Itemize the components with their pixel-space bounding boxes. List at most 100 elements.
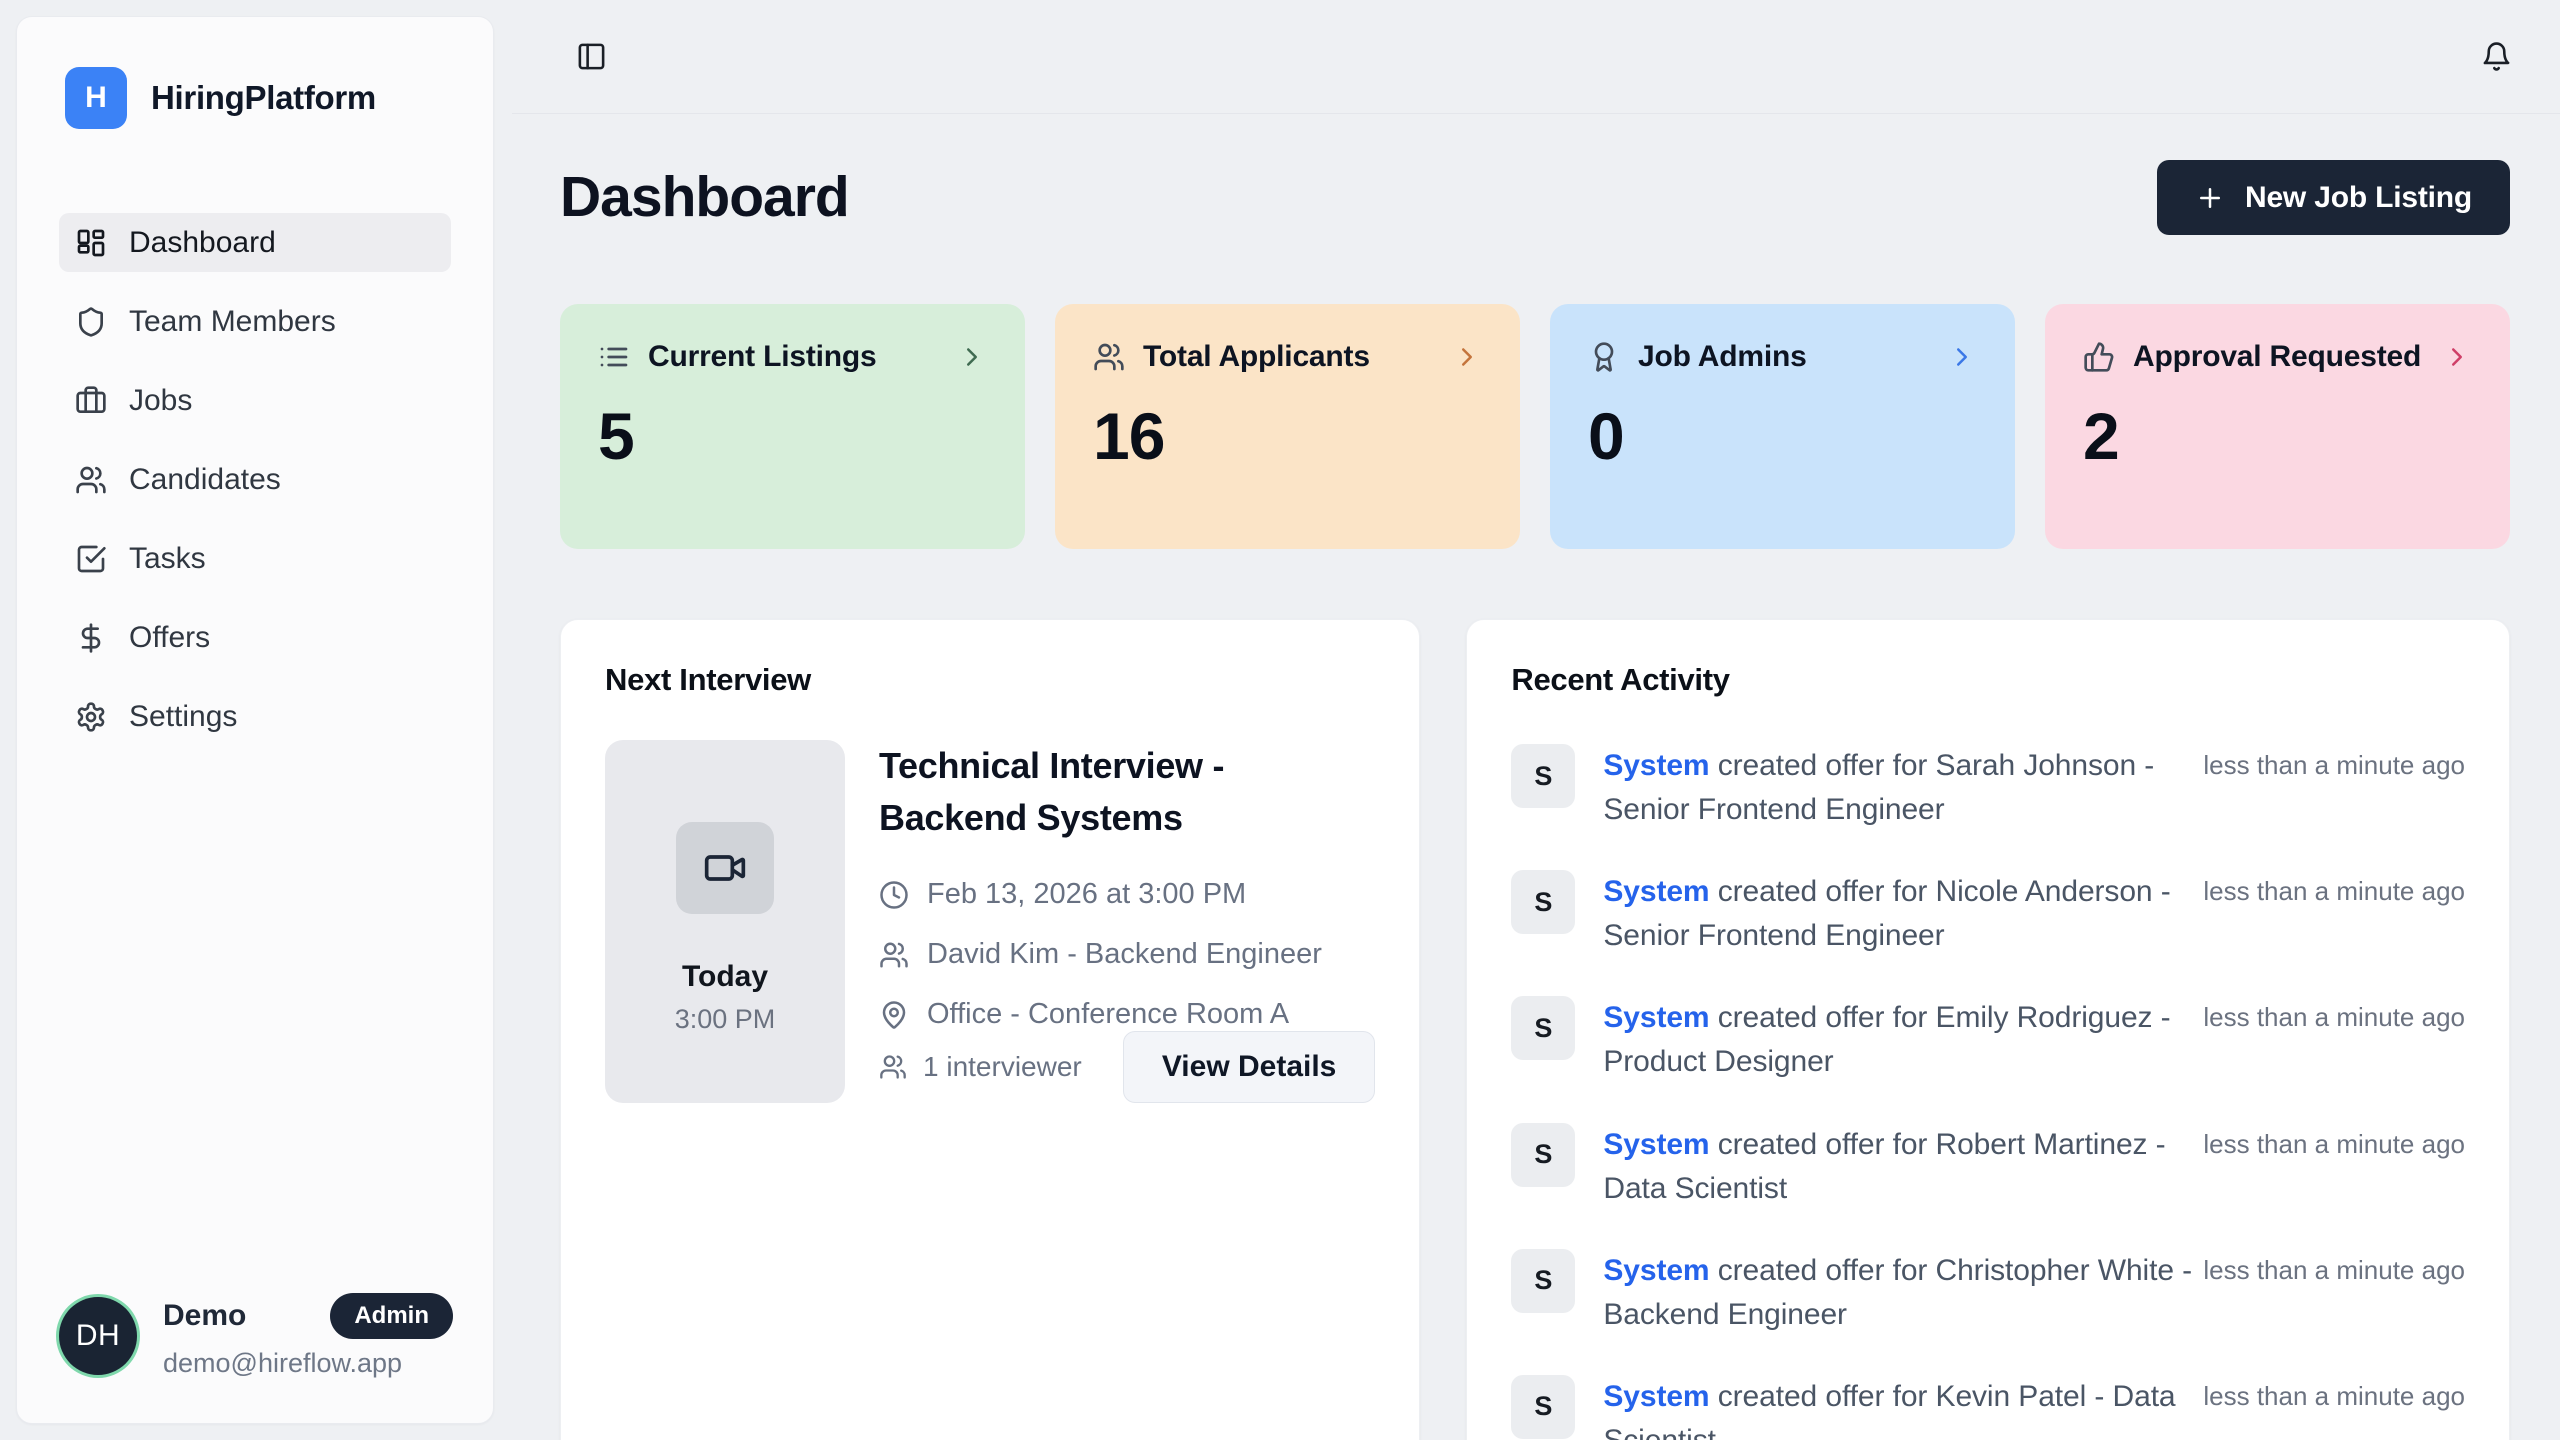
users-icon (879, 940, 909, 970)
map-pin-icon (879, 1000, 909, 1030)
interview-date-tile: Today 3:00 PM (605, 740, 845, 1103)
app-name: HiringPlatform (151, 79, 376, 117)
list-icon (598, 341, 630, 373)
content: Dashboard New Job Listing Current Listin… (512, 114, 2560, 1440)
users-icon (1093, 341, 1125, 373)
activity-timestamp: less than a minute ago (2203, 744, 2465, 781)
interview-details: Technical Interview - Backend Systems Fe… (879, 740, 1375, 1103)
shield-icon (75, 306, 107, 338)
interview-candidate: David Kim - Backend Engineer (927, 938, 1322, 971)
interviewer-count-label: 1 interviewer (923, 1051, 1082, 1083)
stat-label: Approval Requested (2133, 340, 2421, 374)
activity-actor-link[interactable]: System (1603, 875, 1709, 908)
sidebar-toggle-button[interactable] (576, 41, 607, 72)
stat-label: Current Listings (648, 340, 876, 374)
sidebar-item-label: Candidates (129, 463, 281, 497)
activity-actor-link[interactable]: System (1603, 1380, 1709, 1413)
sidebar-item-settings[interactable]: Settings (59, 687, 451, 746)
sidebar-nav: Dashboard Team Members Jobs Candidates T… (17, 213, 493, 746)
clock-icon (879, 880, 909, 910)
sidebar-item-label: Offers (129, 621, 210, 655)
notifications-button[interactable] (2481, 41, 2512, 72)
sidebar-item-label: Tasks (129, 542, 206, 576)
thumbs-up-icon (2083, 341, 2115, 373)
plus-icon (2195, 183, 2225, 213)
interview-time: 3:00 PM (675, 1004, 776, 1035)
user-email: demo@hireflow.app (163, 1348, 453, 1379)
sidebar-item-tasks[interactable]: Tasks (59, 529, 451, 588)
interview-location-row: Office - Conference Room A (879, 998, 1375, 1031)
app-logo: H HiringPlatform (17, 17, 493, 129)
activity-avatar: S (1511, 744, 1575, 808)
stat-card[interactable]: Job Admins 0 (1550, 304, 2015, 549)
sidebar-item-candidates[interactable]: Candidates (59, 450, 451, 509)
activity-item: S System created offer for Kevin Patel -… (1511, 1375, 2465, 1440)
briefcase-icon (75, 385, 107, 417)
activity-avatar: S (1511, 1375, 1575, 1439)
stat-value: 2 (2083, 398, 2472, 474)
activity-avatar: S (1511, 1249, 1575, 1313)
activity-actor-link[interactable]: System (1603, 1001, 1709, 1034)
role-badge: Admin (330, 1293, 453, 1339)
activity-actor-link[interactable]: System (1603, 1254, 1709, 1287)
sidebar-item-team-members[interactable]: Team Members (59, 292, 451, 351)
interview-name: Technical Interview - Backend Systems (879, 740, 1375, 844)
page-title: Dashboard (560, 165, 849, 231)
chevron-right-icon (1947, 342, 1977, 372)
sidebar: H HiringPlatform Dashboard Team Members … (16, 16, 494, 1424)
stat-label: Total Applicants (1143, 340, 1370, 374)
activity-avatar: S (1511, 870, 1575, 934)
stat-value: 0 (1588, 398, 1977, 474)
interview-datetime-row: Feb 13, 2026 at 3:00 PM (879, 878, 1375, 911)
avatar-initials: DH (76, 1319, 120, 1353)
activity-item: S System created offer for Sarah Johnson… (1511, 744, 2465, 832)
gear-icon (75, 701, 107, 733)
stat-value: 5 (598, 398, 987, 474)
user-name: Demo (163, 1299, 246, 1333)
stat-value: 16 (1093, 398, 1482, 474)
check-square-icon (75, 543, 107, 575)
sidebar-item-label: Dashboard (129, 226, 276, 260)
activity-timestamp: less than a minute ago (2203, 1375, 2465, 1412)
interview-day: Today (682, 960, 768, 994)
interview-location: Office - Conference Room A (927, 998, 1289, 1031)
logo-letter: H (85, 81, 107, 115)
stat-card[interactable]: Approval Requested 2 (2045, 304, 2510, 549)
video-icon-tile (676, 822, 774, 914)
chevron-right-icon (2442, 342, 2472, 372)
chevron-right-icon (1452, 342, 1482, 372)
activity-list: S System created offer for Sarah Johnson… (1511, 744, 2465, 1440)
main-area: Dashboard New Job Listing Current Listin… (512, 0, 2560, 1440)
stats-row: Current Listings 5 Total Applicants 16 J… (560, 304, 2510, 549)
panel-left-icon (576, 41, 607, 72)
users-icon (879, 1053, 907, 1081)
sidebar-item-offers[interactable]: Offers (59, 608, 451, 667)
interview-datetime: Feb 13, 2026 at 3:00 PM (927, 878, 1246, 911)
dashboard-icon (75, 227, 107, 259)
stat-card[interactable]: Total Applicants 16 (1055, 304, 1520, 549)
activity-actor-link[interactable]: System (1603, 749, 1709, 782)
activity-timestamp: less than a minute ago (2203, 1249, 2465, 1286)
new-job-listing-button[interactable]: New Job Listing (2157, 160, 2510, 235)
user-info: Demo Admin demo@hireflow.app (163, 1293, 453, 1379)
view-details-button[interactable]: View Details (1123, 1031, 1376, 1103)
activity-avatar: S (1511, 996, 1575, 1060)
sidebar-item-label: Team Members (129, 305, 336, 339)
stat-card[interactable]: Current Listings 5 (560, 304, 1025, 549)
avatar: DH (59, 1297, 137, 1375)
sidebar-item-dashboard[interactable]: Dashboard (59, 213, 451, 272)
activity-item: S System created offer for Christopher W… (1511, 1249, 2465, 1337)
sidebar-item-label: Settings (129, 700, 237, 734)
recent-activity-panel: Recent Activity S System created offer f… (1466, 619, 2510, 1440)
recent-activity-title: Recent Activity (1511, 662, 2465, 698)
activity-item: S System created offer for Nicole Anders… (1511, 870, 2465, 958)
view-details-label: View Details (1162, 1050, 1337, 1084)
activity-timestamp: less than a minute ago (2203, 996, 2465, 1033)
activity-timestamp: less than a minute ago (2203, 1123, 2465, 1160)
activity-text: System created offer for Kevin Patel - D… (1603, 1375, 2203, 1440)
activity-text: System created offer for Sarah Johnson -… (1603, 744, 2203, 832)
activity-actor-link[interactable]: System (1603, 1128, 1709, 1161)
user-section[interactable]: DH Demo Admin demo@hireflow.app (17, 1293, 493, 1423)
sidebar-item-jobs[interactable]: Jobs (59, 371, 451, 430)
logo-mark: H (65, 67, 127, 129)
